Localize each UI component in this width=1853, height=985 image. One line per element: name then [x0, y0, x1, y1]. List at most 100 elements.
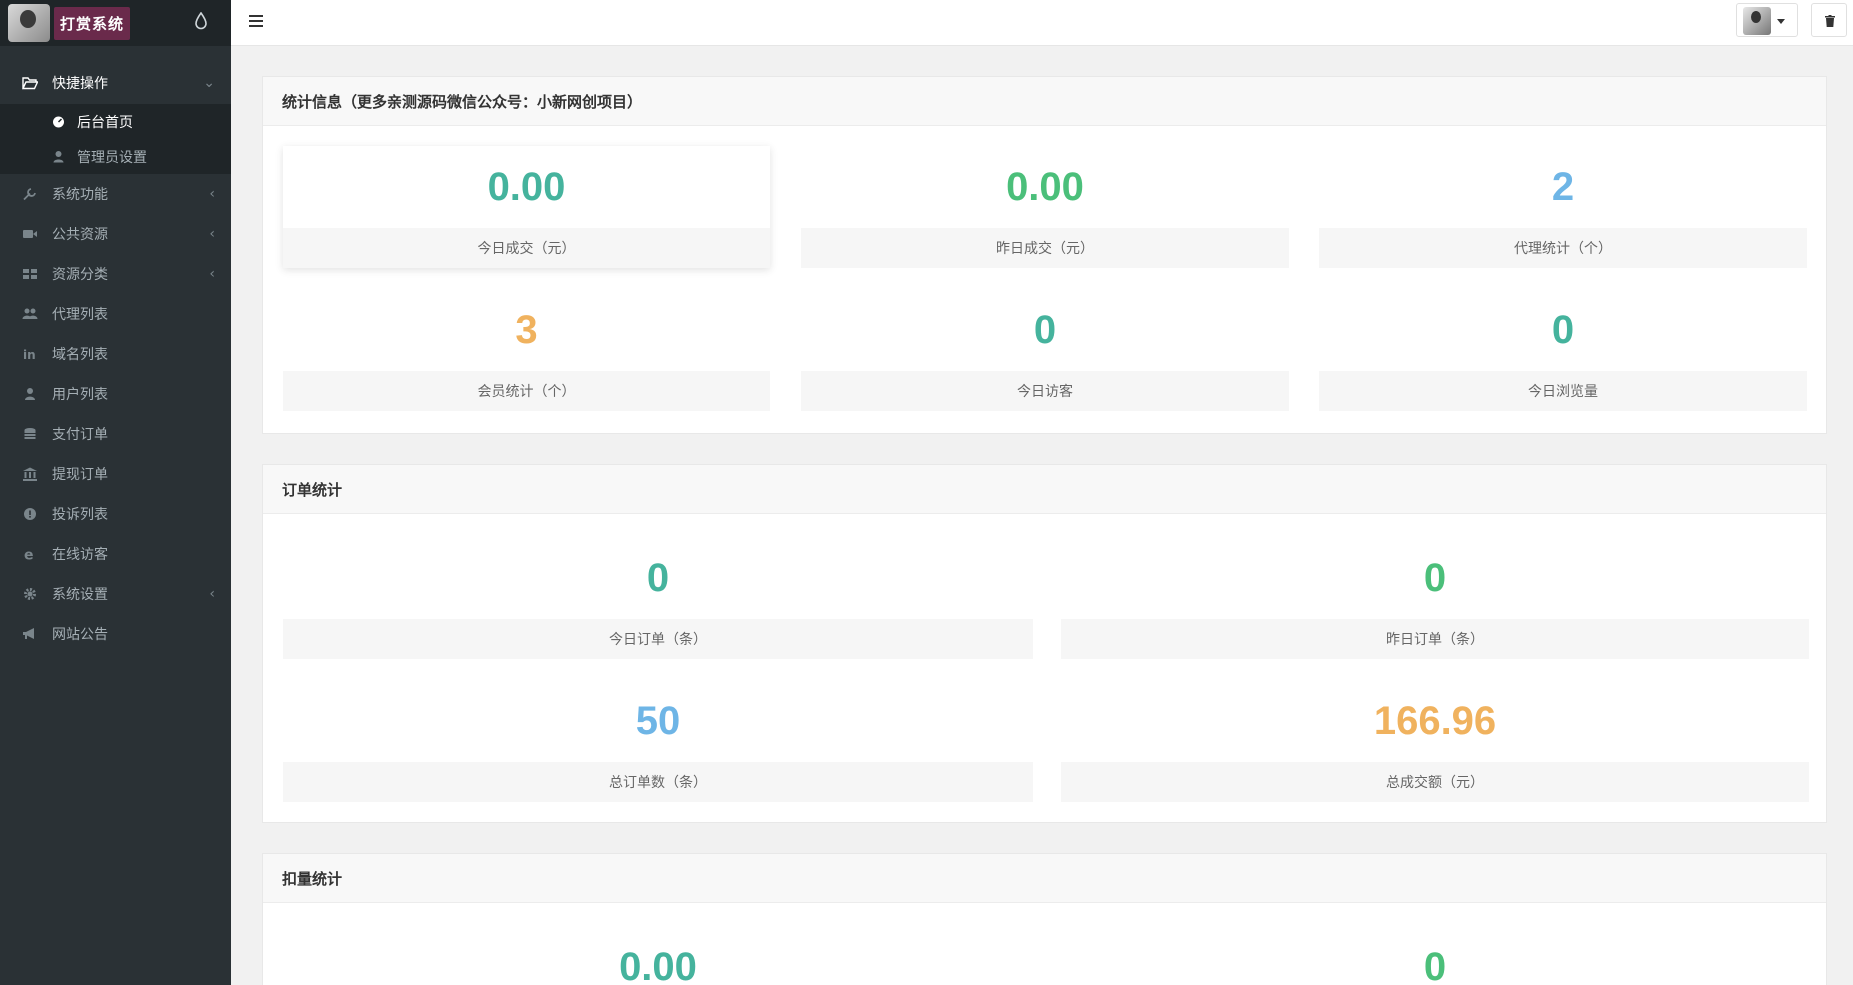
- stat-value: 2: [1551, 164, 1575, 209]
- bullhorn-icon: [23, 628, 34, 639]
- stat-label: 今日访客: [801, 371, 1289, 411]
- stat-value: 0: [1423, 944, 1447, 985]
- sidebar-item-online-visitors[interactable]: e 在线访客: [0, 534, 231, 574]
- caret-down-icon: [1777, 19, 1785, 24]
- ie-icon: e: [24, 548, 34, 562]
- sidebar-item-label: 系统设置: [52, 587, 108, 603]
- stat-value: 0.00: [619, 944, 697, 985]
- stat-yesterday-revenue: 0.00 昨日成交（元）: [801, 146, 1289, 268]
- sidebar-item-withdraw-orders[interactable]: 提现订单: [0, 454, 231, 494]
- video-camera-icon: [23, 230, 37, 238]
- stat-today-visitors: 0 今日访客: [801, 289, 1289, 411]
- chevron-left-icon: ‹: [209, 266, 215, 282]
- brand: 打赏系统: [0, 0, 231, 46]
- sidebar-item-label: 投诉列表: [52, 507, 108, 523]
- alert-circle-icon: [24, 508, 36, 520]
- stat-label: 昨日成交（元）: [801, 228, 1289, 268]
- sidebar-item-label: 支付订单: [52, 427, 108, 443]
- sidebar-item-public-resources[interactable]: 公共资源 ‹: [0, 214, 231, 254]
- stat-yesterday-orders: 0 昨日订单（条）: [1061, 537, 1809, 659]
- chevron-left-icon: ‹: [209, 586, 215, 602]
- stat-label: 总订单数（条）: [283, 762, 1033, 802]
- user-menu-button[interactable]: [1736, 3, 1798, 37]
- bank-icon: [23, 467, 37, 481]
- database-icon: [24, 428, 36, 439]
- sidebar-item-agents[interactable]: 代理列表: [0, 294, 231, 334]
- sidebar-item-label: 在线访客: [52, 547, 108, 563]
- wrench-icon: [23, 188, 36, 201]
- chevron-left-icon: ‹: [209, 226, 215, 242]
- sidebar-item-label: 域名列表: [52, 347, 108, 363]
- sidebar-item-label: 管理员设置: [77, 149, 147, 166]
- panel-title: 订单统计: [263, 465, 1826, 514]
- stat-total-revenue: 166.96 总成交额（元）: [1061, 680, 1809, 802]
- sidebar-item-shortcuts[interactable]: 快捷操作 ⌄: [0, 62, 231, 104]
- sidebar-item-label: 公共资源: [52, 227, 108, 243]
- menu-toggle-icon[interactable]: [249, 15, 263, 27]
- sidebar-item-dashboard[interactable]: 后台首页: [0, 104, 231, 139]
- sidebar-item-label: 快捷操作: [52, 76, 108, 92]
- stat-deduction-amount: 0.00: [283, 926, 1033, 985]
- stat-label: 总成交额（元）: [1061, 762, 1809, 802]
- dashboard-icon: [53, 116, 64, 128]
- sidebar-item-admin-settings[interactable]: 管理员设置: [0, 139, 231, 174]
- sidebar-item-system-functions[interactable]: 系统功能 ‹: [0, 174, 231, 214]
- panel-title: 扣量统计: [263, 854, 1826, 903]
- sidebar-item-payment-orders[interactable]: 支付订单: [0, 414, 231, 454]
- stat-today-pageviews: 0 今日浏览量: [1319, 289, 1807, 411]
- linkedin-icon: in: [23, 348, 36, 361]
- chevron-down-icon: ⌄: [203, 75, 215, 91]
- sidebar-item-label: 用户列表: [52, 387, 108, 403]
- stat-value: 3: [515, 307, 538, 352]
- sidebar-item-system-settings[interactable]: 系统设置 ‹: [0, 574, 231, 614]
- clear-cache-button[interactable]: [1811, 3, 1847, 37]
- stat-value: 166.96: [1373, 698, 1497, 743]
- stat-today-orders: 0 今日订单（条）: [283, 537, 1033, 659]
- stat-deduction-count: 0: [1061, 926, 1809, 985]
- stat-value: 50: [635, 698, 681, 743]
- chevron-left-icon: ‹: [209, 186, 215, 202]
- users-icon: [22, 308, 38, 319]
- stat-value: 0: [1423, 555, 1447, 600]
- sidebar-item-domains[interactable]: in 域名列表: [0, 334, 231, 374]
- stat-total-orders: 50 总订单数（条）: [283, 680, 1033, 802]
- trash-icon: [1825, 15, 1835, 27]
- sidebar: 打赏系统 快捷操作 ⌄ 后台首页 管理员设置 系统功能 ‹ 公共资源 ‹ 资源分…: [0, 0, 231, 985]
- sidebar-item-label: 后台首页: [77, 114, 133, 131]
- grid-icon: [23, 269, 37, 279]
- sidebar-item-label: 网站公告: [52, 627, 108, 643]
- sidebar-item-label: 系统功能: [52, 187, 108, 203]
- order-stats-panel: 订单统计 0 今日订单（条） 0 昨日订单（条） 50 总订单数（条） 166.…: [262, 464, 1827, 823]
- brand-logo: [8, 4, 50, 42]
- svg-text:in: in: [23, 348, 36, 361]
- brand-title: 打赏系统: [54, 6, 131, 40]
- topbar: [231, 0, 1853, 46]
- stat-value: 0.00: [1006, 164, 1084, 209]
- sidebar-menu: 快捷操作 ⌄ 后台首页 管理员设置 系统功能 ‹ 公共资源 ‹ 资源分类 ‹ 代…: [0, 62, 231, 654]
- sidebar-item-label: 提现订单: [52, 467, 108, 483]
- theme-drop-icon[interactable]: [195, 12, 207, 30]
- stat-value: 0: [1033, 307, 1057, 352]
- stat-label: 今日订单（条）: [283, 619, 1033, 659]
- panel-title: 统计信息（更多亲测源码微信公众号：小新网创项目）: [263, 77, 1826, 126]
- stat-value: 0: [646, 555, 670, 600]
- folder-open-icon: [22, 77, 38, 90]
- stat-value: 0.00: [487, 164, 566, 209]
- gear-icon: [24, 588, 36, 600]
- stat-label: 会员统计（个）: [283, 371, 770, 411]
- user-icon: [25, 388, 35, 400]
- sidebar-item-users[interactable]: 用户列表: [0, 374, 231, 414]
- avatar: [1743, 7, 1771, 35]
- stat-agent-count: 2 代理统计（个）: [1319, 146, 1807, 268]
- stat-today-revenue: 0.00 今日成交（元）: [283, 146, 770, 268]
- svg-text:e: e: [24, 548, 34, 562]
- stat-value: 0: [1551, 307, 1575, 352]
- user-icon: [53, 151, 64, 163]
- submenu-shortcuts: 后台首页 管理员设置: [0, 104, 231, 174]
- sidebar-item-announcements[interactable]: 网站公告: [0, 614, 231, 654]
- stats-panel: 统计信息（更多亲测源码微信公众号：小新网创项目） 0.00 今日成交（元） 0.…: [262, 76, 1827, 434]
- sidebar-item-complaints[interactable]: 投诉列表: [0, 494, 231, 534]
- sidebar-item-resource-categories[interactable]: 资源分类 ‹: [0, 254, 231, 294]
- stat-label: 代理统计（个）: [1319, 228, 1807, 268]
- sidebar-item-label: 资源分类: [52, 267, 108, 283]
